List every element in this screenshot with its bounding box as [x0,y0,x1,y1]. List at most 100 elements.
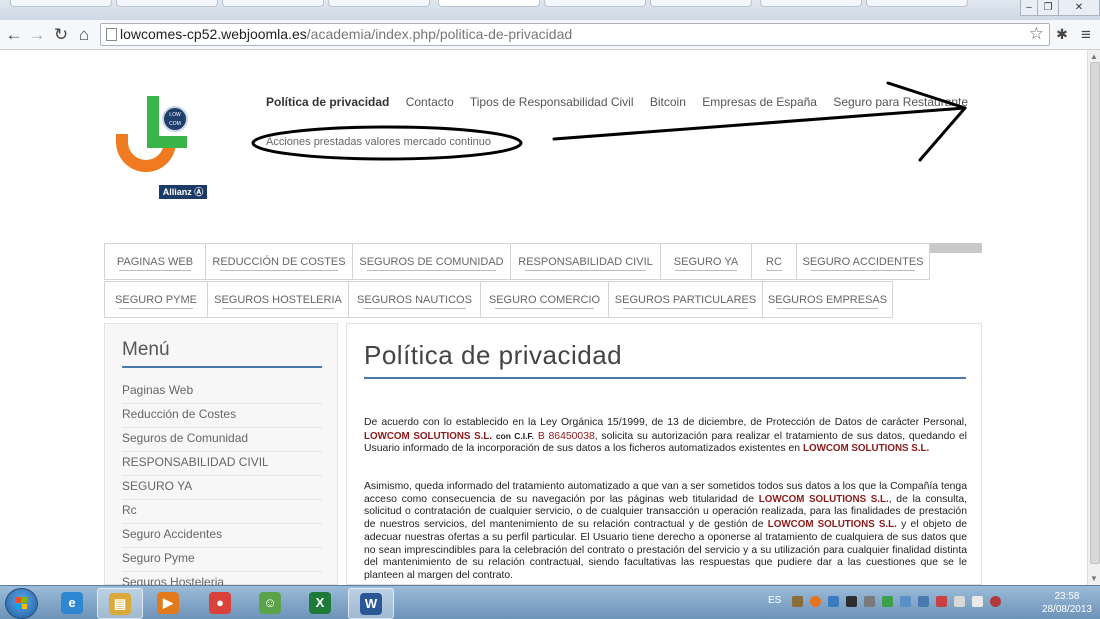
sidebar-divider [122,366,322,368]
nav-empresas-espana[interactable]: Empresas de España [702,95,817,109]
browser-tab[interactable] [222,0,324,7]
menu-paginas-web[interactable]: PAGINAS WEB [104,243,205,280]
extension-button[interactable]: ✱ [1052,24,1072,44]
sidebar-item-rc[interactable]: Rc [122,500,322,524]
forward-button[interactable]: → [27,24,47,44]
scroll-up-arrow-icon[interactable]: ▲ [1090,52,1098,61]
nav-acciones-prestadas[interactable]: Acciones prestadas valores mercado conti… [266,136,491,148]
browser-tab[interactable] [10,0,112,7]
browser-tab[interactable] [760,0,862,7]
browser-tab[interactable] [544,0,646,7]
restore-button[interactable]: ❐ [1037,0,1059,16]
reload-button[interactable]: ↻ [51,24,71,44]
tray-signal-icon[interactable] [972,596,983,607]
chrome-icon: ● [209,591,231,614]
back-button[interactable]: ← [4,24,24,44]
taskbar-app-button[interactable]: ▶ [146,588,190,617]
tray-power-icon[interactable] [990,596,1001,607]
taskbar-app-button[interactable]: W [348,588,394,619]
url-text[interactable]: lowcomes-cp52.webjoomla.es/academia/inde… [120,26,572,42]
tray-network-icon[interactable] [828,596,839,607]
browser-tab-active[interactable] [438,0,540,7]
sidebar-item-responsabilidad-civil[interactable]: RESPONSABILIDAD CIVIL [122,452,322,476]
excel-icon: X [309,591,331,614]
taskbar-app-button[interactable]: e [50,588,94,617]
menu-seguros-particulares[interactable]: SEGUROS PARTICULARES [608,281,762,318]
messenger-icon: ☺ [259,591,281,614]
sidebar-item-reduccion-costes[interactable]: Reducción de Costes [122,404,322,428]
page-scrollbar[interactable]: ▲ ▼ [1087,50,1100,585]
close-window-button[interactable]: ✕ [1058,0,1100,16]
title-divider [364,377,966,379]
menu-seguro-accidentes[interactable]: SEGURO ACCIDENTES [796,243,930,280]
tray-flag-icon[interactable] [936,596,947,607]
sidebar-item-seguros-comunidad[interactable]: Seguros de Comunidad [122,428,322,452]
scroll-down-arrow-icon[interactable]: ▼ [1090,574,1098,583]
tray-warning-icon[interactable] [810,596,821,607]
nav-seguro-restaurante[interactable]: Seguro para Restaurante [833,95,968,109]
browser-toolbar: ← → ↻ ⌂ lowcomes-cp52.webjoomla.es/acade… [0,20,1100,50]
sidebar-item-seguro-pyme[interactable]: Seguro Pyme [122,548,322,572]
menu-seguros-comunidad[interactable]: SEGUROS DE COMUNIDAD [352,243,510,280]
tray-sync-icon[interactable] [900,596,911,607]
taskbar-app-button[interactable]: ☺ [248,588,292,617]
browser-tab[interactable] [328,0,430,7]
tray-device-icon[interactable] [954,596,965,607]
menu-seguros-nauticos[interactable]: SEGUROS NAUTICOS [348,281,480,318]
menu-seguro-ya[interactable]: SEGURO YA [660,243,751,280]
tray-security-icon[interactable] [882,596,893,607]
brand-name: LOWCOM SOLUTIONS S.L. [364,430,493,442]
nav-bitcoin[interactable]: Bitcoin [650,95,686,109]
browser-tabstrip: – ❐ ✕ [0,0,1100,20]
language-indicator[interactable]: ES [768,595,781,606]
sidebar-item-seguros-hosteleria[interactable]: Seguros Hosteleria [122,572,322,585]
main-menu-row-1: PAGINAS WEB REDUCCIÓN DE COSTES SEGUROS … [104,243,930,280]
nav-politica-privacidad[interactable]: Política de privacidad [266,95,389,109]
p1-text-a: De acuerdo con lo establecido en la Ley … [364,417,967,428]
sidebar-item-seguro-accidentes[interactable]: Seguro Accidentes [122,524,322,548]
browser-tab[interactable] [866,0,968,7]
nav-tipos-responsabilidad-civil[interactable]: Tipos de Responsabilidad Civil [470,95,634,109]
browser-tab[interactable] [650,0,752,7]
file-explorer-icon: ▤ [109,592,131,615]
menu-reduccion-costes[interactable]: REDUCCIÓN DE COSTES [205,243,352,280]
tray-app-icon[interactable] [792,596,803,607]
menu-rc[interactable]: RC [751,243,796,280]
system-clock[interactable]: 23:58 28/08/2013 [1042,590,1092,616]
tray-volume-icon[interactable] [864,596,875,607]
menu-seguros-hosteleria[interactable]: SEGUROS HOSTELERIA [207,281,348,318]
taskbar-app-button[interactable]: X [298,588,342,617]
taskbar-app-button[interactable]: ▤ [97,588,143,619]
menu-responsabilidad-civil[interactable]: RESPONSABILIDAD CIVIL [510,243,660,280]
internet-explorer-icon: e [61,591,83,614]
tray-update-icon[interactable] [918,596,929,607]
menu-seguros-empresas[interactable]: SEGUROS EMPRESAS [762,281,893,318]
tray-monitor-icon[interactable] [846,596,857,607]
menu-seguro-comercio[interactable]: SEGURO COMERCIO [480,281,608,318]
taskbar-app-button[interactable]: ● [198,588,242,617]
page-title: Política de privacidad [364,340,623,370]
annotation-arrow-shaft [552,106,967,141]
windows-logo-icon [15,597,27,609]
top-navigation: Política de privacidad Contacto Tipos de… [266,95,981,109]
bookmark-star-icon[interactable]: ☆ [1029,24,1044,44]
nav-contacto[interactable]: Contacto [406,95,454,109]
start-button[interactable] [5,588,38,619]
chrome-menu-button[interactable]: ≡ [1076,24,1096,44]
scroll-thumb[interactable] [1090,62,1100,564]
logo-lowcom-badge: LOW COM [162,106,188,132]
forward-arrow-icon: → [28,24,46,44]
home-icon: ⌂ [78,24,90,44]
browser-tab[interactable] [116,0,218,7]
sidebar-title: Menú [122,339,170,360]
sidebar-item-seguro-ya[interactable]: SEGURO YA [122,476,322,500]
site-logo[interactable]: LOW COM Allianz Ⓐ [112,96,208,202]
sidebar-item-paginas-web[interactable]: Paginas Web [122,380,322,404]
cif-label: con C.I.F. [495,430,535,441]
windows-taskbar: e ▤ ▶ ● ☺ X W ES 23:58 28/08/2013 [0,585,1100,619]
menu-seguro-pyme[interactable]: SEGURO PYME [104,281,207,318]
minimize-button[interactable]: – [1020,0,1038,16]
back-arrow-icon: ← [5,24,23,44]
home-button[interactable]: ⌂ [74,24,94,44]
address-bar[interactable]: lowcomes-cp52.webjoomla.es/academia/inde… [100,23,1050,46]
